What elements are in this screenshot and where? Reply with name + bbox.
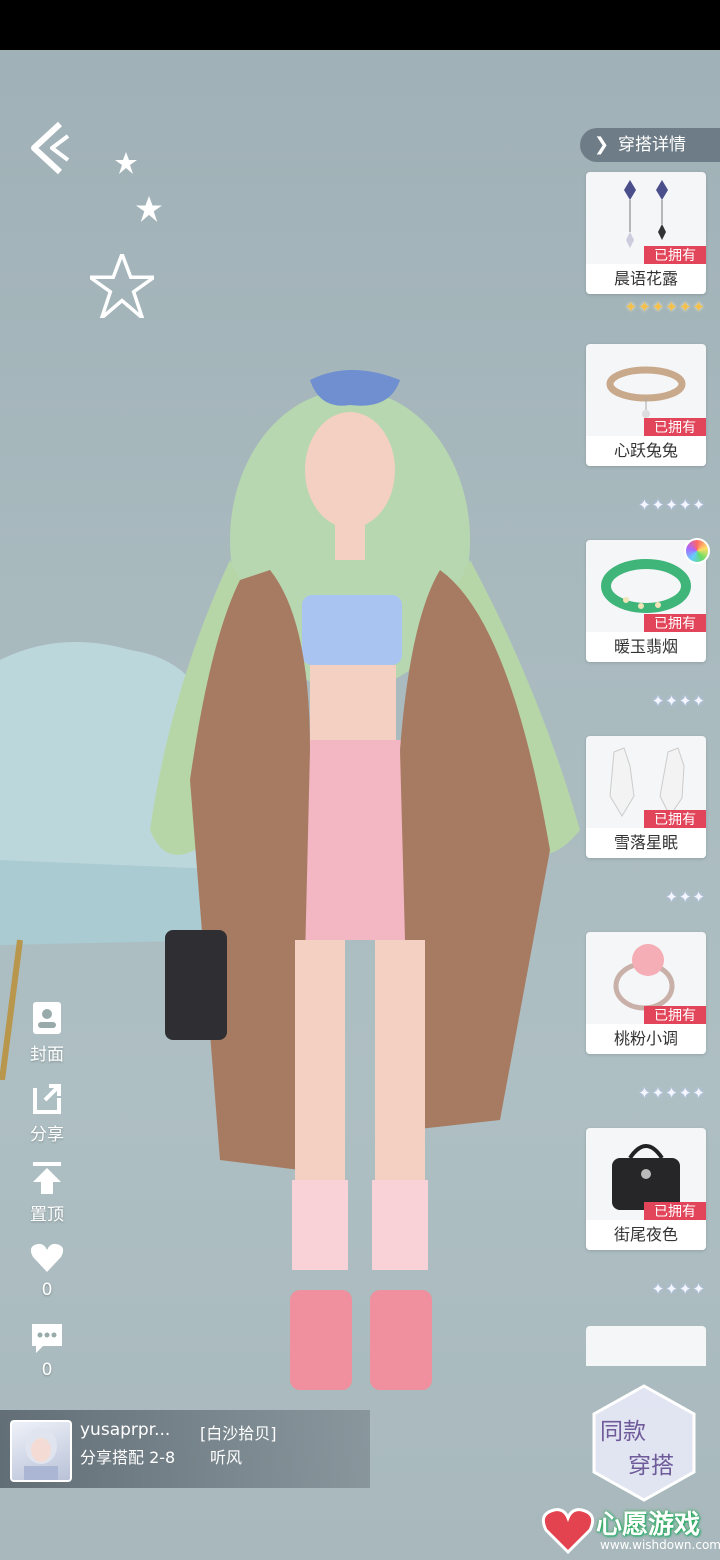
owned-badge: 已拥有 [644,418,706,438]
same-outfit-line2: 穿搭 [628,1453,674,1479]
cover-icon [33,1002,61,1034]
sparkle-star-icon [136,196,162,222]
same-outfit-line1: 同款 [600,1419,646,1445]
status-bar [0,0,720,50]
item-card-earrings[interactable]: 已拥有 晨语花露 [586,172,706,294]
rarity-stars-6: ✦✦✦✦✦✦ [624,298,706,316]
owned-badge: 已拥有 [644,1006,706,1026]
character-model [150,370,580,1390]
item-card-partial[interactable] [586,1326,706,1366]
item-card-ring[interactable]: 已拥有 桃粉小调 [586,932,706,1054]
pin-top-icon [33,1162,61,1194]
item-name: 街尾夜色 [586,1220,706,1250]
heart-icon [30,1243,64,1272]
share-subtitle-2: 听风 [210,1448,243,1467]
item-name: 桃粉小调 [586,1024,706,1054]
rarity-stars-4: ✦✦✦✦ [651,692,706,710]
pin-top-button[interactable]: 置顶 [22,1160,72,1225]
author-username: yusaprpr... [80,1420,171,1440]
sparkle-star-icon [115,152,137,174]
pin-top-label: 置顶 [30,1205,64,1225]
author-bar[interactable]: yusaprpr... [白沙拾贝] 分享搭配 2-8 听风 [0,1410,370,1488]
owned-badge: 已拥有 [644,614,706,634]
dye-color-icon [684,538,710,564]
like-count: 0 [41,1280,53,1300]
comment-button[interactable]: 0 [22,1320,72,1380]
rarity-stars-5: ✦✦✦✦✦ [638,1084,706,1102]
site-watermark: 心愿游戏 www.wishdown.com [540,1500,720,1560]
comment-icon [32,1324,62,1353]
owned-badge: 已拥有 [644,810,706,830]
back-chevron-icon[interactable] [24,118,76,178]
owned-badge: 已拥有 [644,1202,706,1222]
rarity-stars-3: ✦✦✦ [665,888,706,906]
author-avatar[interactable] [10,1420,72,1482]
fashion-scene: ❯ 穿搭详情 已拥有 晨语花露 ✦✦✦✦✦✦ 已拥有 心跃兔兔 ✦✦✦✦✦ 已拥… [0,0,720,1560]
owned-badge: 已拥有 [644,246,706,266]
author-tag: [白沙拾贝] [200,1424,277,1443]
comment-count: 0 [41,1360,53,1380]
share-button[interactable]: 分享 [22,1080,72,1145]
outfit-detail-button[interactable]: ❯ 穿搭详情 [580,128,720,162]
item-name: 心跃兔兔 [586,436,706,466]
cover-button[interactable]: 封面 [22,1000,72,1065]
heart-logo-icon [541,1508,595,1555]
chevron-right-icon: ❯ [594,134,610,155]
item-name: 晨语花露 [586,264,706,294]
item-card-gloves[interactable]: 已拥有 雪落星眠 [586,736,706,858]
share-icon [33,1084,61,1114]
item-name: 雪落星眠 [586,828,706,858]
share-label: 分享 [30,1125,64,1145]
rarity-stars-5: ✦✦✦✦✦ [638,496,706,514]
item-card-handbag[interactable]: 已拥有 街尾夜色 [586,1128,706,1250]
item-name: 暖玉翡烟 [586,632,706,662]
item-card-choker[interactable]: 已拥有 心跃兔兔 [586,344,706,466]
rarity-stars-4: ✦✦✦✦ [651,1280,706,1298]
like-button[interactable]: 0 [22,1240,72,1300]
outfit-detail-label: 穿搭详情 [618,135,686,155]
share-subtitle: 分享搭配 2-8 [80,1448,176,1467]
watermark-text: 心愿游戏 [596,1510,701,1540]
sparkle-star-icon [90,254,154,318]
avatar-portrait-icon [24,1428,58,1480]
watermark-url: www.wishdown.com [600,1538,720,1552]
cover-label: 封面 [30,1045,64,1065]
same-outfit-button[interactable]: 同款 穿搭 [584,1382,704,1502]
